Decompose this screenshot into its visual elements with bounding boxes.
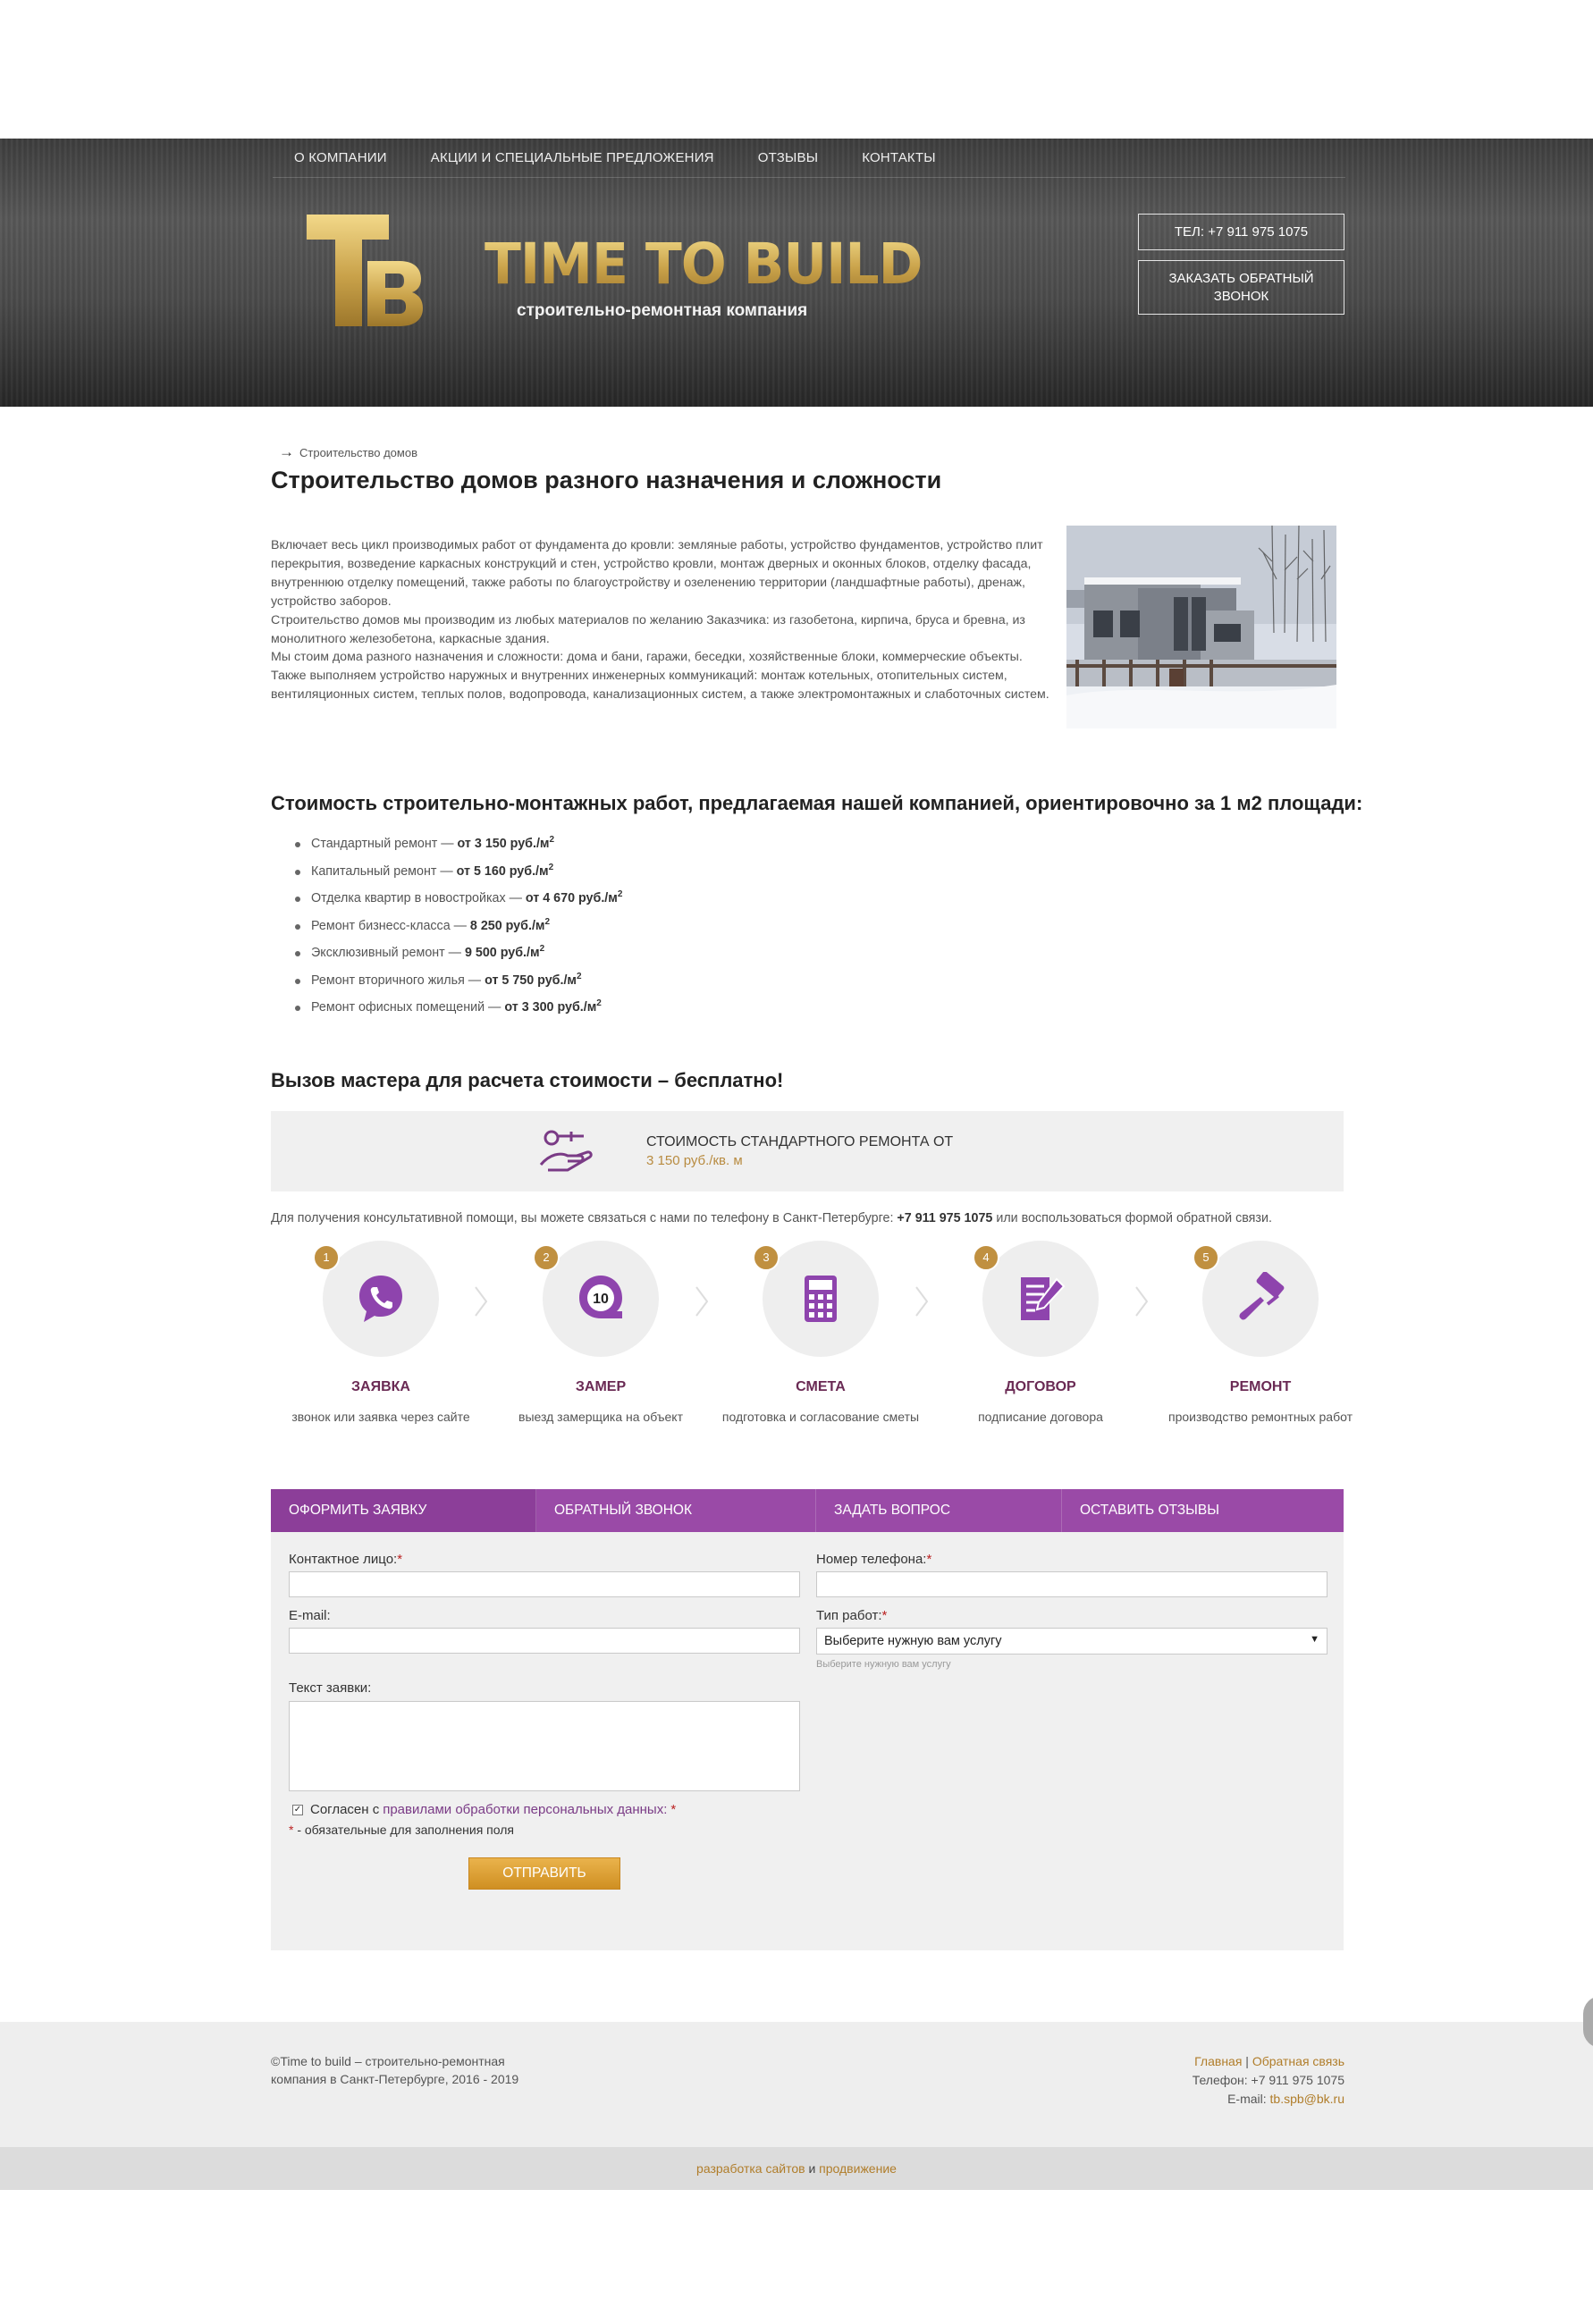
form-tabs: ОФОРМИТЬ ЗАЯВКУ ОБРАТНЫЙ ЗВОНОК ЗАДАТЬ В…	[271, 1489, 1344, 1532]
contact-name-field[interactable]	[289, 1571, 800, 1597]
prices-heading: Стоимость строительно-монтажных работ, п…	[271, 792, 1363, 814]
list-item: Отделка квартир в новостройках — от 4 67…	[295, 889, 622, 917]
work-type-select[interactable]: Выберите нужную вам услугу ▼	[816, 1628, 1328, 1655]
intro-paragraph: Мы стоим дома разного назначения и сложн…	[271, 650, 1023, 665]
list-item: Эксклюзивный ремонт — 9 500 руб./м2	[295, 944, 622, 972]
phone-label: Номер телефона:*	[816, 1552, 932, 1567]
consult-phone[interactable]: +7 911 975 1075	[897, 1211, 992, 1225]
copyright: ©Time to build – строительно-ремонтная к…	[271, 2054, 519, 2086]
contact-label: Контактное лицо:*	[289, 1552, 403, 1567]
email-field[interactable]	[289, 1628, 800, 1654]
intro-text: Включает весь цикл производимых работ от…	[271, 536, 1058, 704]
list-item: Ремонт офисных помещений — от 3 300 руб.…	[295, 998, 622, 1026]
paint-roller-icon	[1239, 1272, 1285, 1320]
svg-text:10: 10	[593, 1292, 609, 1307]
house-photo	[1066, 526, 1336, 728]
work-type-label: Тип работ:*	[816, 1608, 888, 1623]
process-steps: 1 ЗАЯВКА звонок или заявка через сайте 2…	[271, 1241, 1353, 1437]
hand-money-icon	[539, 1130, 593, 1172]
breadcrumb-current: Строительство домов	[299, 446, 417, 459]
nav-item-about[interactable]: О КОМПАНИИ	[294, 150, 387, 165]
cost-banner-title: СТОИМОСТЬ СТАНДАРТНОГО РЕМОНТА ОТ	[646, 1134, 954, 1149]
list-item: Стандартный ремонт — от 3 150 руб./м2	[295, 835, 622, 863]
footer-phone: Телефон: +7 911 975 1075	[1192, 2073, 1344, 2087]
list-item: Ремонт бизнесс-класса — 8 250 руб./м2	[295, 917, 622, 945]
dev-link-promotion[interactable]: продвижение	[819, 2161, 897, 2176]
phone-icon	[359, 1276, 402, 1322]
tab-question[interactable]: ЗАДАТЬ ВОПРОС	[816, 1489, 1062, 1532]
chevron-right-icon	[915, 1286, 929, 1317]
brand-tagline: строительно-ремонтная компания	[517, 301, 808, 320]
cost-banner-value: 3 150 руб./кв. м	[646, 1153, 743, 1168]
step-desc: подготовка и согласование сметы	[721, 1410, 920, 1424]
step-number: 3	[753, 1244, 780, 1271]
arrow-right-icon: →	[279, 443, 294, 460]
contract-icon	[1021, 1277, 1066, 1320]
step-number: 4	[973, 1244, 999, 1271]
step-label: РЕМОНТ	[1229, 1379, 1292, 1394]
step-desc: выезд замерщика на объект	[518, 1410, 683, 1424]
footer-email-link[interactable]: tb.spb@bk.ru	[1270, 2092, 1344, 2106]
step-label: СМЕТА	[796, 1379, 846, 1394]
required-note: * - обязательные для заполнения поля	[289, 1823, 514, 1837]
price-list: Стандартный ремонт — от 3 150 руб./м2 Ка…	[295, 835, 622, 1026]
message-label: Текст заявки:	[289, 1680, 372, 1696]
chevron-right-icon	[475, 1286, 488, 1317]
phone-field[interactable]	[816, 1571, 1328, 1597]
footer-contacts: Главная | Обратная связь Телефон: +7 911…	[1192, 2054, 1344, 2106]
header-phone-button[interactable]: ТЕЛ: +7 911 975 1075	[1138, 214, 1344, 250]
email-label: E-mail:	[289, 1608, 331, 1623]
cost-banner: СТОИМОСТЬ СТАНДАРТНОГО РЕМОНТА ОТ 3 150 …	[271, 1111, 1344, 1191]
developer-credits: разработка сайтов и продвижение	[0, 2147, 1593, 2190]
step-desc: звонок или заявка через сайте	[291, 1410, 470, 1424]
dev-link-sites[interactable]: разработка сайтов	[696, 2161, 805, 2176]
footer-link-home[interactable]: Главная	[1194, 2054, 1242, 2068]
list-item: Ремонт вторичного жилья — от 5 750 руб./…	[295, 972, 622, 999]
step-number: 1	[313, 1244, 340, 1271]
site-header: О КОМПАНИИ АКЦИИ И СПЕЦИАЛЬНЫЕ ПРЕДЛОЖЕН…	[0, 139, 1593, 407]
tab-callback[interactable]: ОБРАТНЫЙ ЗВОНОК	[536, 1489, 816, 1532]
step-label: ЗАЯВКА	[351, 1379, 410, 1394]
request-form: ОФОРМИТЬ ЗАЯВКУ ОБРАТНЫЙ ЗВОНОК ЗАДАТЬ В…	[271, 1489, 1344, 1950]
tab-request[interactable]: ОФОРМИТЬ ЗАЯВКУ	[271, 1489, 536, 1532]
page-title: Строительство домов разного назначения и…	[271, 467, 942, 493]
step-label: ДОГОВОР	[1005, 1379, 1076, 1394]
calculator-icon	[805, 1276, 837, 1322]
logo-mark-icon[interactable]	[307, 215, 423, 326]
tape-measure-icon: 10	[579, 1276, 622, 1318]
intro-paragraph: Также выполняем устройство наружных и вн…	[271, 669, 1049, 703]
step-desc: подписание договора	[978, 1410, 1103, 1424]
dropdown-caret-icon: ▼	[1310, 1634, 1319, 1645]
step-desc: производство ремонтных работ	[1168, 1410, 1353, 1424]
nav-item-contacts[interactable]: КОНТАКТЫ	[862, 150, 936, 165]
message-textarea[interactable]	[289, 1701, 800, 1791]
submit-button[interactable]: ОТПРАВИТЬ	[468, 1857, 620, 1890]
site-footer: ©Time to build – строительно-ремонтная к…	[0, 2022, 1593, 2147]
privacy-policy-link[interactable]: правилами обработки персональных данных:	[383, 1802, 667, 1817]
chevron-right-icon	[1135, 1286, 1149, 1317]
chevron-right-icon	[695, 1286, 709, 1317]
breadcrumb: → Строительство домов	[279, 443, 417, 461]
footer-link-feedback[interactable]: Обратная связь	[1252, 2054, 1344, 2068]
step-number: 2	[533, 1244, 560, 1271]
step-number: 5	[1193, 1244, 1219, 1271]
consent-checkbox[interactable]: ✓	[292, 1804, 303, 1815]
nav-item-reviews[interactable]: ОТЗЫВЫ	[758, 150, 818, 165]
work-type-hint: Выберите нужную вам услугу	[816, 1659, 951, 1670]
intro-paragraph: Строительство домов мы производим из люб…	[271, 612, 1025, 646]
intro-paragraph: Включает весь цикл производимых работ от…	[271, 538, 1043, 609]
top-navigation: О КОМПАНИИ АКЦИИ И СПЕЦИАЛЬНЫЕ ПРЕДЛОЖЕН…	[273, 139, 1345, 178]
call-master-heading: Вызов мастера для расчета стоимости – бе…	[271, 1069, 784, 1091]
callback-button[interactable]: ЗАКАЗАТЬ ОБРАТНЫЙ ЗВОНОК	[1138, 260, 1344, 315]
consult-text: Для получения консультативной помощи, вы…	[271, 1211, 1272, 1225]
step-label: ЗАМЕР	[575, 1379, 627, 1394]
consent-row: ✓ Согласен с правилами обработки персона…	[292, 1802, 677, 1817]
nav-item-promotions[interactable]: АКЦИИ И СПЕЦИАЛЬНЫЕ ПРЕДЛОЖЕНИЯ	[431, 150, 714, 165]
tab-review[interactable]: ОСТАВИТЬ ОТЗЫВЫ	[1062, 1489, 1344, 1532]
brand-name[interactable]: TIME TO BUILD	[485, 232, 923, 298]
list-item: Капитальный ремонт — от 5 160 руб./м2	[295, 863, 622, 890]
